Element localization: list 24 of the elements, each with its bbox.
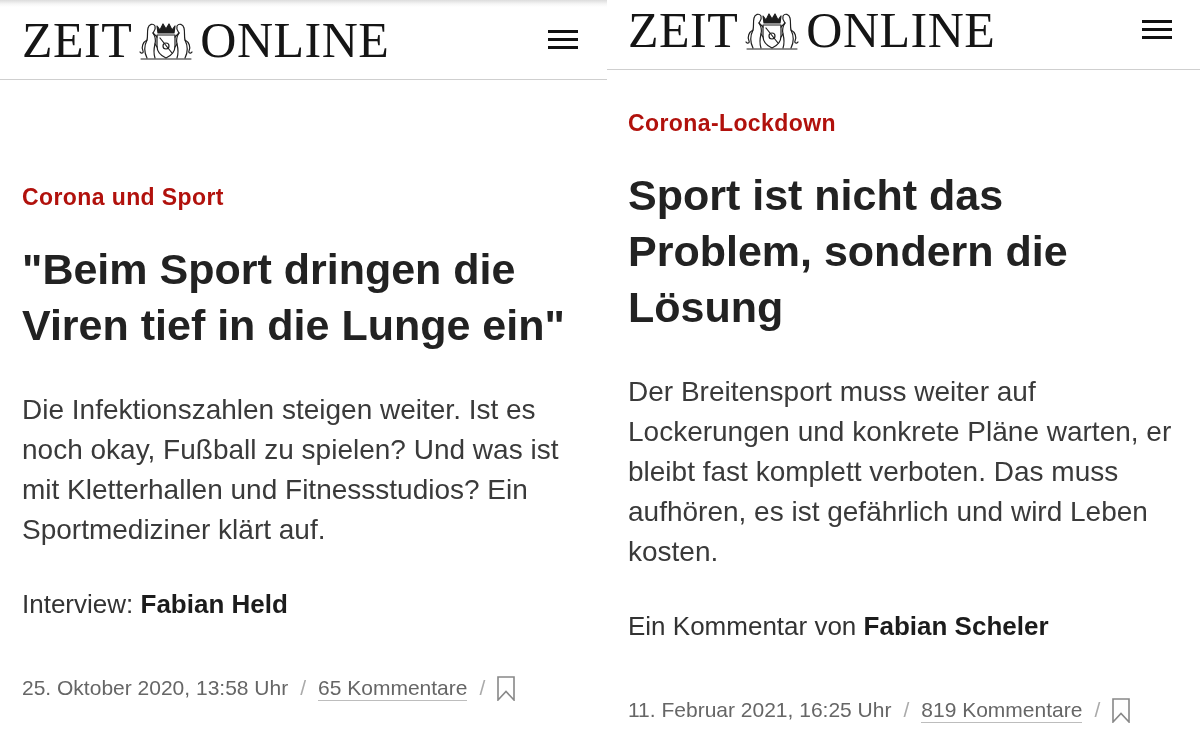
byline: Ein Kommentar von Fabian Scheler (628, 610, 1049, 643)
slash-separator: / (300, 675, 306, 702)
byline: Interview: Fabian Held (22, 588, 288, 621)
bookmark-icon[interactable] (497, 675, 516, 701)
topic-label: Corona und Sport (22, 183, 224, 212)
publish-date: 11. Februar 2021, 16:25 Uhr (628, 697, 892, 724)
bookmark-icon[interactable] (1112, 697, 1131, 723)
comments-link[interactable]: 819 Kommentare (921, 697, 1083, 723)
slash-separator: / (479, 675, 486, 702)
headline: Sport ist nicht das Problem, sondern die Lösung (628, 170, 1069, 333)
logo-text: ZEIT (22, 14, 133, 65)
menu-icon[interactable] (1142, 20, 1172, 39)
logo-text: ZEIT (628, 4, 739, 55)
headline: "Beim Sport dringen die Viren tief in die Lunge ein" (22, 244, 566, 351)
logo-text: ONLINE (200, 14, 390, 65)
comments-link[interactable]: 65 Kommentare (318, 675, 468, 701)
slash-separator: / (903, 697, 910, 724)
publish-date: 25. Oktober 2020, 13:58 Uhr (22, 675, 289, 702)
slash-separator: / (1094, 697, 1101, 724)
topic-label: Corona-Lockdown (628, 109, 836, 138)
menu-icon[interactable] (548, 30, 578, 49)
article-teaser: Die Infektionszahlen steigen weiter. Ist es noch okay, Fußball zu spielen? Und was ist mit Kletterhallen und Fitnessstudios? Ein Sportmediziner klärt auf. (22, 393, 560, 547)
article-teaser: Der Breitensport muss weiter auf Lockerungen und konkrete Pläne warten, er bleibt fast komplett verboten. Das muss aufhören, es ist gefährlich und wird Leben kosten. (628, 375, 1173, 569)
logo-text: ONLINE (806, 4, 996, 55)
